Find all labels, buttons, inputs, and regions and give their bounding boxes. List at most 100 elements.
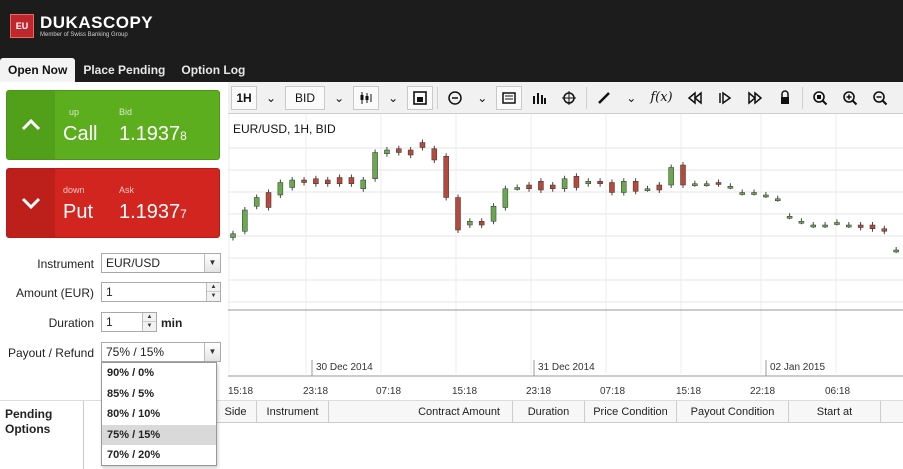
ask-price: 1.19377 bbox=[119, 201, 187, 223]
column-header-start-at[interactable]: Start at bbox=[789, 401, 881, 423]
toolbar-divider bbox=[586, 86, 588, 109]
candle bbox=[846, 224, 852, 228]
candle bbox=[774, 198, 781, 201]
volume-icon[interactable] bbox=[526, 86, 552, 110]
payout-option[interactable]: 85% / 5% bbox=[102, 384, 216, 405]
candle bbox=[810, 224, 817, 228]
amount-input[interactable]: 1 ▲ ▼ bbox=[101, 282, 221, 302]
chevron-down-icon: ▼ bbox=[204, 343, 220, 361]
call-button[interactable]: up Call Bid 1.19378 bbox=[6, 90, 220, 160]
time-label: 15:18 bbox=[228, 386, 253, 397]
payout-option-selected[interactable]: 75% / 15% bbox=[102, 424, 216, 446]
crosshair-icon[interactable] bbox=[556, 86, 582, 110]
theme-icon[interactable] bbox=[442, 86, 468, 110]
column-header-extra bbox=[881, 401, 903, 423]
theme-dropdown-icon[interactable]: ⌄ bbox=[472, 86, 492, 110]
price-type-button[interactable]: BID bbox=[285, 85, 326, 110]
put-label: Put bbox=[63, 201, 94, 223]
duration-row: Duration 1 ▲ ▼ min bbox=[0, 312, 228, 334]
duration-input[interactable]: 1 ▲ ▼ bbox=[101, 312, 157, 332]
date-label: 30 Dec 2014 bbox=[316, 362, 373, 373]
candle bbox=[419, 142, 426, 148]
price-type-dropdown-icon[interactable]: ⌄ bbox=[329, 86, 349, 110]
column-header-duration[interactable]: Duration bbox=[513, 401, 585, 423]
payout-option[interactable]: 70% / 20% bbox=[102, 445, 216, 466]
candle bbox=[834, 222, 840, 225]
pencil-icon[interactable] bbox=[591, 86, 617, 110]
payout-select[interactable]: 75% / 15% ▼ bbox=[101, 342, 221, 362]
time-label: 23:18 bbox=[303, 386, 328, 397]
brand-tagline: Member of Swiss Banking Group bbox=[40, 32, 128, 38]
template-icon[interactable] bbox=[496, 85, 523, 110]
column-header-contract-amount[interactable]: Contract Amount bbox=[329, 401, 513, 423]
duration-stepper[interactable]: ▲ ▼ bbox=[142, 313, 156, 331]
lock-icon[interactable] bbox=[772, 86, 798, 110]
duration-label: Duration bbox=[48, 316, 94, 330]
candle bbox=[242, 209, 248, 232]
zoom-fit-icon[interactable] bbox=[807, 86, 833, 110]
rewind-icon[interactable] bbox=[682, 86, 708, 110]
add-chart-icon[interactable] bbox=[407, 85, 434, 110]
candle bbox=[857, 224, 864, 228]
bid-price: 1.19378 bbox=[119, 123, 187, 145]
candle-type-icon[interactable] bbox=[353, 85, 380, 110]
tab-open-now[interactable]: Open Now bbox=[0, 58, 76, 82]
candle bbox=[277, 182, 284, 196]
period-button[interactable]: 1H bbox=[231, 85, 257, 110]
chevron-up-icon bbox=[7, 91, 55, 159]
forward-icon[interactable] bbox=[742, 86, 768, 110]
brand-name: DUKASCOPY bbox=[40, 13, 154, 32]
column-header-payout-condition[interactable]: Payout Condition bbox=[677, 401, 789, 423]
candle bbox=[692, 183, 698, 186]
candle bbox=[538, 181, 544, 191]
period-dropdown-icon[interactable]: ⌄ bbox=[261, 86, 281, 110]
main-tabs: Open Now Place Pending Option Log bbox=[0, 58, 253, 82]
tab-place-pending[interactable]: Place Pending bbox=[75, 58, 173, 82]
put-direction: down bbox=[63, 185, 85, 195]
put-button[interactable]: down Put Ask 1.19377 bbox=[6, 168, 220, 238]
toolbar-divider bbox=[437, 86, 439, 109]
candle bbox=[751, 192, 757, 195]
candle-dropdown-icon[interactable]: ⌄ bbox=[383, 86, 403, 110]
candle bbox=[502, 188, 509, 208]
pending-options-label: Pending Options bbox=[5, 407, 53, 436]
candle bbox=[585, 181, 592, 184]
pencil-dropdown-icon[interactable]: ⌄ bbox=[621, 86, 641, 110]
candle bbox=[680, 164, 686, 186]
price-chart[interactable]: 30 Dec 2014 31 Dec 2014 02 Jan 2015 15:18 23… bbox=[228, 114, 903, 400]
candle bbox=[869, 224, 876, 229]
candlestick-chart[interactable]: 30 Dec 2014 31 Dec 2014 02 Jan 2015 15:18 23… bbox=[228, 114, 903, 400]
candle bbox=[336, 177, 343, 184]
amount-label: Amount (EUR) bbox=[15, 286, 94, 300]
candle bbox=[893, 249, 899, 253]
amount-stepper[interactable]: ▲ ▼ bbox=[206, 283, 220, 301]
candle bbox=[265, 192, 272, 208]
zoom-in-icon[interactable] bbox=[837, 86, 863, 110]
candle bbox=[384, 149, 390, 154]
candle bbox=[786, 216, 793, 219]
time-label: 22:18 bbox=[750, 386, 775, 397]
candle bbox=[455, 197, 461, 231]
candle bbox=[739, 192, 745, 195]
column-header-instrument[interactable]: Instrument bbox=[257, 401, 329, 423]
brand-logo: EU DUKASCOPY Member of Swiss Banking Gro… bbox=[10, 14, 153, 38]
tab-option-log[interactable]: Option Log bbox=[173, 58, 253, 82]
candle bbox=[763, 194, 769, 198]
time-label: 06:18 bbox=[825, 386, 850, 397]
column-header-price-condition[interactable]: Price Condition bbox=[585, 401, 677, 423]
candle bbox=[609, 182, 615, 193]
zoom-out-icon[interactable] bbox=[867, 86, 893, 110]
chevron-down-icon bbox=[7, 169, 55, 237]
function-icon[interactable]: f(x) bbox=[645, 86, 677, 110]
payout-option[interactable]: 90% / 0% bbox=[102, 363, 216, 384]
instrument-select[interactable]: EUR/USD ▼ bbox=[101, 253, 221, 273]
candle bbox=[668, 167, 674, 186]
call-label: Call bbox=[63, 123, 98, 145]
candle bbox=[597, 181, 603, 184]
candle bbox=[656, 184, 663, 191]
payout-option[interactable]: 80% / 10% bbox=[102, 404, 216, 425]
step-icon[interactable] bbox=[712, 86, 738, 110]
column-header-side[interactable]: Side bbox=[215, 401, 257, 423]
bid-label: Bid bbox=[119, 107, 133, 117]
payout-label: Payout / Refund bbox=[7, 346, 94, 360]
